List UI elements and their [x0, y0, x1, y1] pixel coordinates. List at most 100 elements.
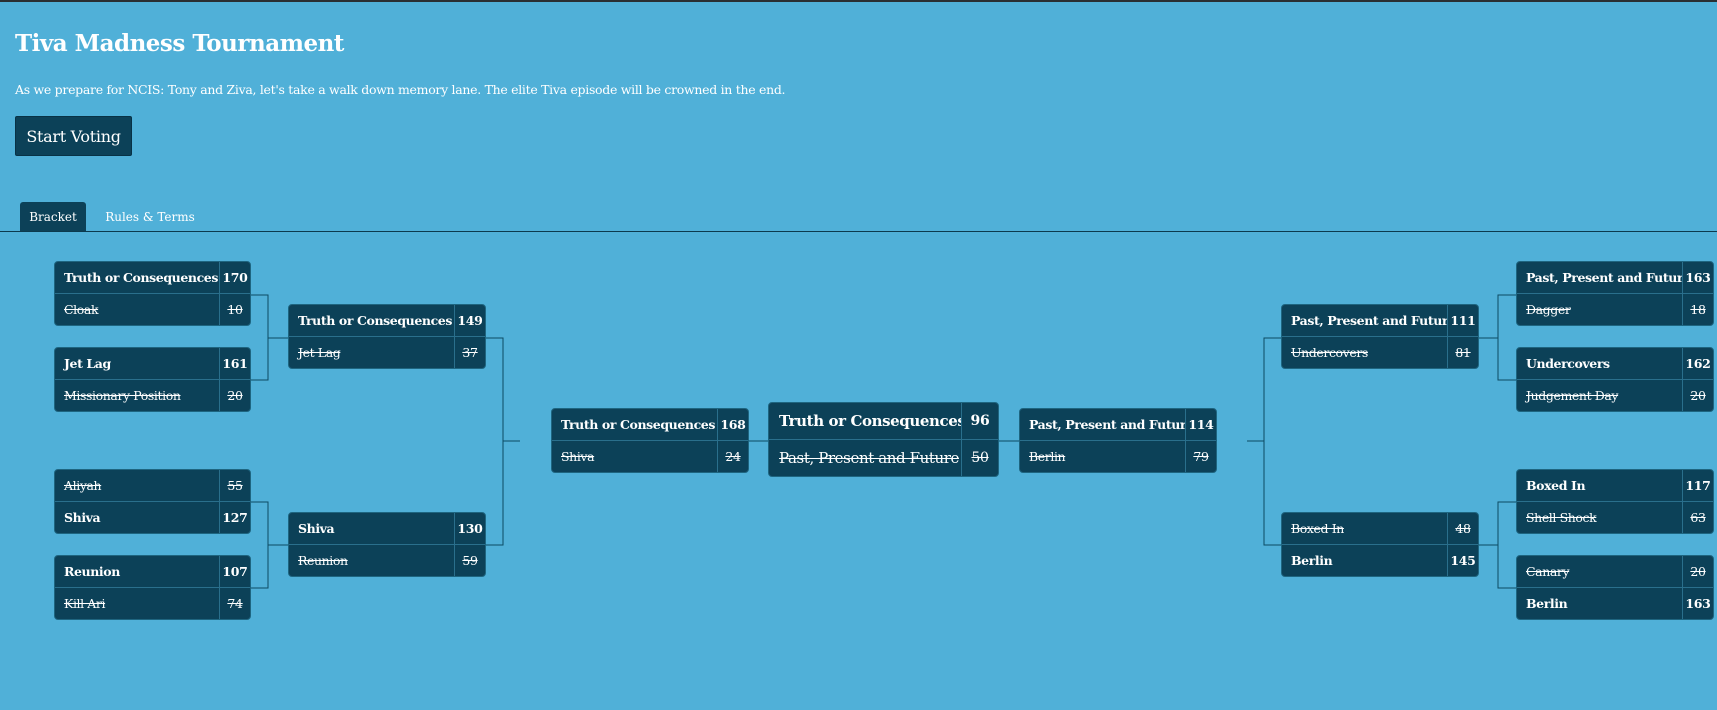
team-name: Berlin [1526, 595, 1568, 611]
team-slot[interactable]: Canary 20 [1517, 556, 1713, 588]
team-score: 24 [717, 440, 748, 472]
team-name: Shiva [64, 509, 101, 525]
connector-line [1497, 501, 1516, 589]
connector-line [1263, 337, 1281, 546]
match-card: Reunion 107 Kill Ari 74 [54, 555, 251, 620]
team-slot[interactable]: Shiva 127 [55, 501, 250, 533]
team-name: Aliyah [64, 477, 102, 493]
match-card: Past, Present and Future 163 Dagger 18 [1516, 261, 1714, 326]
team-name: Undercovers [1291, 344, 1368, 360]
team-slot[interactable]: Shiva 130 [289, 513, 485, 545]
team-score: 163 [1682, 262, 1713, 293]
match-card: Truth or Consequences 149 Jet Lag 37 [288, 304, 486, 369]
team-name: Boxed In [1291, 520, 1344, 536]
team-slot[interactable]: Past, Present and Future 163 [1517, 262, 1713, 294]
connector-line [1497, 294, 1516, 381]
match-card: Boxed In 48 Berlin 145 [1281, 512, 1479, 577]
team-slot[interactable]: Jet Lag 161 [55, 348, 250, 380]
team-score: 163 [1682, 587, 1713, 619]
team-slot[interactable]: Truth or Consequences 168 [552, 409, 748, 441]
team-slot[interactable]: Truth or Consequences 170 [55, 262, 250, 294]
team-score: 96 [961, 403, 998, 439]
team-score: 20 [1682, 556, 1713, 587]
team-score: 81 [1447, 336, 1478, 368]
team-name: Undercovers [1526, 355, 1610, 371]
team-name: Dagger [1526, 301, 1571, 317]
team-slot[interactable]: Truth or Consequences 149 [289, 305, 485, 337]
team-slot[interactable]: Aliyah 55 [55, 470, 250, 502]
team-slot[interactable]: Cloak 10 [55, 293, 250, 325]
team-score: 74 [219, 587, 250, 619]
team-score: 55 [219, 470, 250, 501]
team-score: 59 [454, 544, 485, 576]
team-slot[interactable]: Past, Present and Future 114 [1020, 409, 1216, 441]
match-card: Canary 20 Berlin 163 [1516, 555, 1714, 620]
match-card: Jet Lag 161 Missionary Position 20 [54, 347, 251, 412]
connector-line [486, 337, 504, 546]
team-name: Past, Present and Future [779, 448, 959, 467]
team-score: 149 [454, 305, 485, 336]
team-score: 111 [1447, 305, 1478, 336]
team-name: Reunion [298, 552, 348, 568]
team-name: Truth or Consequences [779, 411, 961, 430]
team-slot[interactable]: Reunion 59 [289, 544, 485, 576]
team-name: Jet Lag [64, 355, 111, 371]
team-name: Kill Ari [64, 595, 106, 611]
team-slot[interactable]: Boxed In 48 [1282, 513, 1478, 545]
team-score: 130 [454, 513, 485, 544]
team-score: 161 [219, 348, 250, 379]
team-slot[interactable]: Shell Shock 63 [1517, 501, 1713, 533]
team-name: Past, Present and Future [1291, 312, 1447, 328]
match-card: Undercovers 162 Judgement Day 20 [1516, 347, 1714, 412]
connector-line [251, 501, 269, 589]
team-name: Truth or Consequences [298, 312, 452, 328]
team-slot[interactable]: Undercovers 81 [1282, 336, 1478, 368]
match-card: Truth or Consequences 168 Shiva 24 [551, 408, 749, 473]
match-card: Aliyah 55 Shiva 127 [54, 469, 251, 534]
team-score: 127 [219, 501, 250, 533]
team-name: Berlin [1029, 448, 1066, 464]
team-score: 107 [219, 556, 250, 587]
team-slot[interactable]: Judgement Day 20 [1517, 379, 1713, 411]
team-name: Cloak [64, 301, 99, 317]
match-card: Truth or Consequences 170 Cloak 10 [54, 261, 251, 326]
team-name: Shiva [561, 448, 595, 464]
team-name: Missionary Position [64, 387, 181, 403]
team-name: Judgement Day [1526, 387, 1619, 403]
team-score: 168 [717, 409, 748, 440]
team-slot[interactable]: Missionary Position 20 [55, 379, 250, 411]
team-slot[interactable]: Berlin 145 [1282, 544, 1478, 576]
team-name: Jet Lag [298, 344, 341, 360]
team-name: Past, Present and Future [1029, 416, 1185, 432]
team-score: 145 [1447, 544, 1478, 576]
team-slot[interactable]: Berlin 163 [1517, 587, 1713, 619]
team-slot[interactable]: Past, Present and Future 111 [1282, 305, 1478, 337]
team-score: 114 [1185, 409, 1216, 440]
team-score: 48 [1447, 513, 1478, 544]
team-score: 50 [961, 439, 998, 476]
team-name: Past, Present and Future [1526, 269, 1682, 285]
team-name: Berlin [1291, 552, 1333, 568]
team-slot[interactable]: Truth or Consequences 96 [769, 403, 998, 440]
team-name: Truth or Consequences [561, 416, 715, 432]
match-card: Boxed In 117 Shell Shock 63 [1516, 469, 1714, 534]
connector-line [251, 294, 269, 381]
team-score: 10 [219, 293, 250, 325]
team-name: Shell Shock [1526, 509, 1597, 525]
team-score: 18 [1682, 293, 1713, 325]
team-slot[interactable]: Boxed In 117 [1517, 470, 1713, 502]
match-card: Past, Present and Future 111 Undercovers 8… [1281, 304, 1479, 369]
team-slot[interactable]: Kill Ari 74 [55, 587, 250, 619]
team-score: 79 [1185, 440, 1216, 472]
team-slot[interactable]: Past, Present and Future 50 [769, 439, 998, 476]
team-slot[interactable]: Berlin 79 [1020, 440, 1216, 472]
team-slot[interactable]: Undercovers 162 [1517, 348, 1713, 380]
team-name: Reunion [64, 563, 120, 579]
match-card: Past, Present and Future 114 Berlin 79 [1019, 408, 1217, 473]
team-slot[interactable]: Shiva 24 [552, 440, 748, 472]
team-slot[interactable]: Reunion 107 [55, 556, 250, 588]
team-name: Boxed In [1526, 477, 1586, 493]
team-slot[interactable]: Jet Lag 37 [289, 336, 485, 368]
team-slot[interactable]: Dagger 18 [1517, 293, 1713, 325]
team-score: 20 [1682, 379, 1713, 411]
